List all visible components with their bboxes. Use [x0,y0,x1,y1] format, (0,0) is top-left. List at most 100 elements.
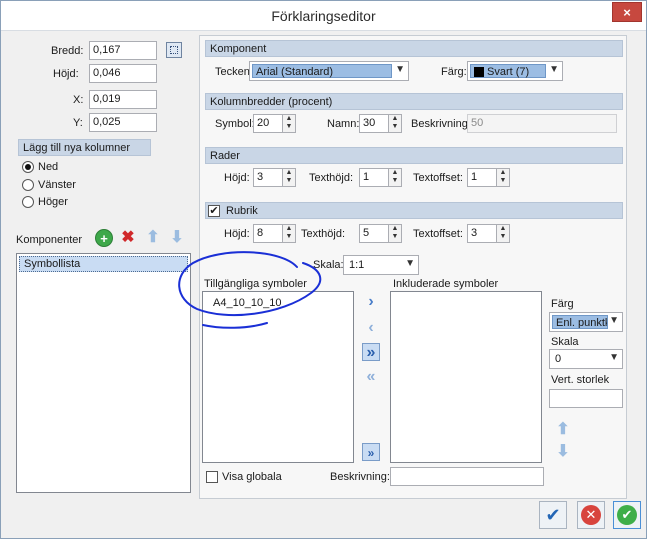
symbol-color-select[interactable]: Enl. punktk ▼ [549,312,623,332]
font-select[interactable]: Arial (Standard) ▼ [249,61,409,81]
chevron-down-icon: ▼ [395,64,405,75]
spin-icon[interactable]: ▲ ▼ [388,114,402,133]
move-up-icon[interactable]: ⬆ [144,229,162,247]
delete-component-icon[interactable]: ✖ [119,229,137,247]
radio-hoger[interactable] [22,196,34,208]
hojd-label: Höjd: [53,68,79,80]
rubrik-textoffset-value[interactable]: 3 [467,224,497,243]
included-symbols-list[interactable] [390,291,542,463]
components-label: Komponenter [16,234,83,246]
close-button[interactable]: × [612,2,642,22]
beskrivning-width-label: Beskrivning: [411,118,471,130]
farg-label: Färg: [441,66,467,78]
ok-button[interactable]: ✔ [613,501,641,529]
move-up-icon[interactable]: ⬆ [554,421,572,439]
spin-icon[interactable]: ▲ ▼ [282,114,296,133]
beskrivning-width-value: 50 [467,114,617,133]
chevron-down-icon: ▼ [405,258,415,269]
color-swatch [474,67,484,77]
namn-width-label: Namn: [327,118,360,130]
rader-header: Rader [205,147,623,164]
y-input[interactable]: 0,025 [89,113,157,132]
cancel-button[interactable]: ✕ [577,501,605,529]
rader-textoffset-label: Textoffset: [413,172,463,184]
spin-icon[interactable]: ▲ ▼ [388,224,402,243]
bredd-label: Bredd: [51,45,84,57]
rader-texthojd-stepper[interactable]: 1 ▲ ▼ [359,168,403,187]
radio-vanster[interactable] [22,179,34,191]
skala-select[interactable]: 1:1 ▼ [343,255,419,275]
bredd-input[interactable]: 0,167 [89,41,157,60]
vert-size-label: Vert. storlek [551,374,610,386]
add-columns-header: Lägg till nya kolumner [18,139,151,156]
symbol-farg-label: Färg [551,298,574,310]
move-left-icon[interactable]: ‹ [362,319,380,337]
visa-globala-label: Visa globala [222,471,282,483]
symbol-width-stepper[interactable]: 20 ▲ ▼ [253,114,297,133]
included-symbols-label: Inkluderade symboler [393,278,499,290]
title-bar: Förklaringseditor × [1,1,646,31]
rubrik-textoffset-label: Textoffset: [413,228,463,240]
chevron-down-icon: ▼ [609,315,619,326]
y-label: Y: [73,117,83,129]
x-label: X: [73,94,84,106]
rubrik-hojd-label: Höjd: [224,228,250,240]
rubrik-textoffset-stepper[interactable]: 3 ▲ ▼ [467,224,511,243]
move-all-left-icon[interactable]: « [362,368,380,386]
visa-globala-checkbox[interactable] [206,471,218,483]
hand-drawn-annotation [178,251,322,329]
components-list[interactable]: Symbollista [16,253,191,493]
spin-icon[interactable]: ▲ ▼ [496,168,510,187]
dotted-rect-icon [170,46,178,54]
symbol-scale-value: 0 [555,353,562,365]
rader-hojd-value[interactable]: 3 [253,168,283,187]
symbol-color-value: Enl. punktk [552,315,608,329]
radio-vanster-label: Vänster [38,179,76,191]
move-bottom-icon[interactable]: » [362,443,380,461]
window-title: Förklaringseditor [271,8,376,24]
size-picker-button[interactable] [166,42,182,58]
radio-hoger-label: Höger [38,196,68,208]
add-component-icon[interactable]: + [95,229,113,247]
move-all-right-icon[interactable]: » [362,343,380,361]
rubrik-texthojd-stepper[interactable]: 5 ▲ ▼ [359,224,403,243]
cancel-icon: ✕ [581,505,601,525]
symbol-beskrivning-label: Beskrivning: [330,471,390,483]
vert-size-input[interactable] [549,389,623,408]
list-item[interactable]: Symbollista [19,256,188,272]
namn-width-value[interactable]: 30 [359,114,389,133]
symbol-width-value[interactable]: 20 [253,114,283,133]
komponent-header: Komponent [205,40,623,57]
radio-ned[interactable] [22,161,34,173]
move-down-icon[interactable]: ⬇ [554,443,572,461]
chevron-down-icon: ▼ [609,352,619,363]
kolumnbredder-header: Kolumnbredder (procent) [205,93,623,110]
apply-check-icon[interactable]: ✔ [539,501,567,529]
legend-editor-window: Förklaringseditor × Bredd: 0,167 Höjd: 0… [0,0,647,539]
spin-icon[interactable]: ▲ ▼ [388,168,402,187]
rader-textoffset-stepper[interactable]: 1 ▲ ▼ [467,168,511,187]
symbol-width-label: Symbol: [215,118,255,130]
annotation-underline [202,322,268,329]
rubrik-texthojd-label: Texthöjd: [301,228,346,240]
font-select-value: Arial (Standard) [252,64,392,78]
move-right-icon[interactable]: › [362,293,380,311]
symbol-scale-select[interactable]: 0 ▼ [549,349,623,369]
rader-texthojd-value[interactable]: 1 [359,168,389,187]
spin-icon[interactable]: ▲ ▼ [282,168,296,187]
rader-textoffset-value[interactable]: 1 [467,168,497,187]
namn-width-stepper[interactable]: 30 ▲ ▼ [359,114,403,133]
chevron-down-icon: ▼ [549,64,559,75]
ok-check-icon: ✔ [617,505,637,525]
symbol-skala-label: Skala [551,336,579,348]
rubrik-checkbox[interactable]: ✔ [208,205,220,217]
spin-icon[interactable]: ▲ ▼ [496,224,510,243]
rubrik-texthojd-value[interactable]: 5 [359,224,389,243]
color-select[interactable]: Svart (7) ▼ [467,61,563,81]
x-input[interactable]: 0,019 [89,90,157,109]
symbol-beskrivning-input[interactable] [390,467,544,486]
hojd-input[interactable]: 0,046 [89,64,157,83]
annotation-ellipse [178,251,322,317]
rader-hojd-stepper[interactable]: 3 ▲ ▼ [253,168,297,187]
radio-ned-label: Ned [38,161,59,173]
